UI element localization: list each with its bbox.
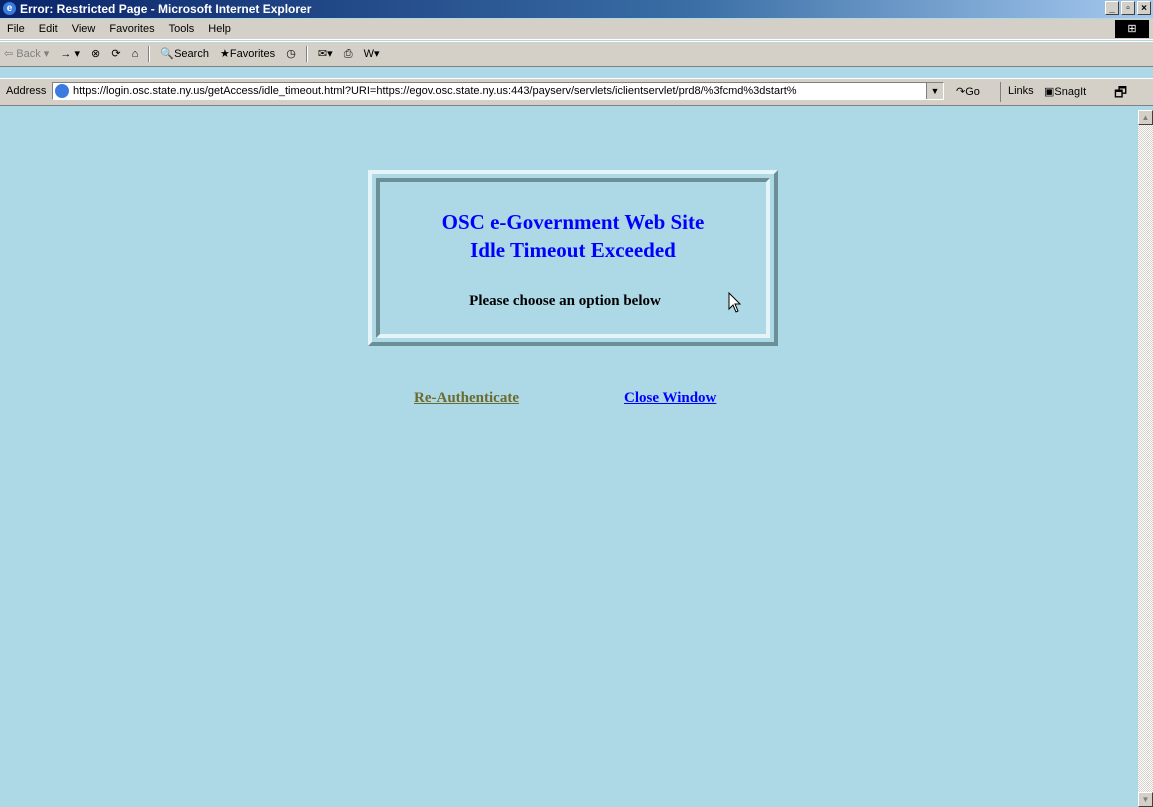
address-bar: Address https://login.osc.state.ny.us/ge… — [0, 78, 1153, 106]
menu-help[interactable]: Help — [201, 19, 238, 39]
home-icon[interactable]: ⌂ — [128, 42, 143, 66]
search-icon: 🔍 — [160, 48, 175, 60]
stop-icon[interactable]: ⊗ — [87, 42, 104, 66]
close-window-button[interactable]: × — [1137, 1, 1151, 15]
links-button[interactable]: Links — [1008, 85, 1034, 97]
address-label: Address — [6, 85, 47, 97]
search-label: Search — [174, 48, 209, 60]
instruction-text: Please choose an option below — [469, 293, 661, 309]
title-bar: e Error: Restricted Page - Microsoft Int… — [0, 0, 1153, 18]
back-label: Back — [16, 48, 41, 60]
windows-logo-icon: ⊞ — [1115, 20, 1149, 38]
standard-toolbar: ⇦ Back ▾ → ▾ ⊗ ⟳ ⌂ 🔍Search ★Favorites ◷ … — [0, 41, 1153, 67]
go-label: Go — [965, 86, 980, 98]
heading-site: OSC e-Government Web Site — [441, 210, 705, 234]
heading-timeout: Idle Timeout Exceeded — [470, 238, 676, 262]
chevron-down-icon[interactable]: ▼ — [926, 83, 943, 99]
menu-edit[interactable]: Edit — [32, 19, 65, 39]
scroll-down-icon[interactable]: ▼ — [1138, 792, 1153, 807]
close-window-link[interactable]: Close Window — [624, 390, 716, 407]
forward-button[interactable]: → ▾ — [56, 42, 84, 66]
snagit-label: SnagIt — [1054, 86, 1087, 98]
print-icon[interactable]: ⎙ — [340, 42, 357, 66]
menu-tools[interactable]: Tools — [162, 19, 202, 39]
menu-bar: File Edit View Favorites Tools Help ⊞ — [0, 19, 1153, 40]
favorites-label: Favorites — [229, 48, 276, 60]
maximize-button[interactable]: ▫ — [1121, 1, 1135, 15]
favorites-icon: ★ — [220, 48, 230, 60]
address-url[interactable]: https://login.osc.state.ny.us/getAccess/… — [73, 85, 923, 97]
re-authenticate-link[interactable]: Re-Authenticate — [414, 390, 519, 407]
toolbar-separator — [305, 46, 308, 63]
scroll-up-icon[interactable]: ▲ — [1138, 110, 1153, 125]
notice-inner: OSC e-Government Web Site Idle Timeout E… — [376, 178, 770, 338]
snagit-icon: ▣ — [1044, 86, 1055, 98]
menu-view[interactable]: View — [65, 19, 103, 39]
edit-word-icon[interactable]: W▾ — [360, 42, 384, 66]
window-controls: _ ▫ × — [1105, 1, 1151, 15]
mail-icon[interactable]: ✉▾ — [314, 42, 337, 66]
menu-favorites[interactable]: Favorites — [102, 19, 161, 39]
toolbar-separator — [148, 46, 151, 63]
window-title: Error: Restricted Page - Microsoft Inter… — [20, 2, 312, 16]
mouse-cursor-icon — [728, 292, 742, 313]
properties-icon[interactable]: 🗗 — [1114, 82, 1127, 106]
vertical-scrollbar[interactable]: ▲ ▼ — [1138, 110, 1153, 807]
timeout-notice-box: OSC e-Government Web Site Idle Timeout E… — [368, 170, 778, 346]
forward-arrow-icon: → — [60, 48, 72, 60]
ie-logo-icon: e — [3, 2, 16, 15]
back-button[interactable]: ⇦ Back ▾ — [0, 42, 53, 66]
address-separator — [1000, 82, 1001, 102]
favorites-button[interactable]: ★Favorites — [216, 42, 279, 66]
address-input[interactable]: https://login.osc.state.ny.us/getAccess/… — [52, 82, 944, 100]
go-button[interactable]: ↷Go — [956, 85, 980, 98]
refresh-icon[interactable]: ⟳ — [107, 42, 124, 66]
minimize-button[interactable]: _ — [1105, 1, 1119, 15]
snagit-button[interactable]: ▣SnagIt — [1044, 85, 1086, 98]
search-button[interactable]: 🔍Search — [156, 42, 213, 66]
history-icon[interactable]: ◷ — [282, 42, 300, 66]
go-arrow-icon: ↷ — [956, 86, 966, 98]
page-icon — [55, 84, 69, 98]
menu-file[interactable]: File — [0, 19, 32, 39]
